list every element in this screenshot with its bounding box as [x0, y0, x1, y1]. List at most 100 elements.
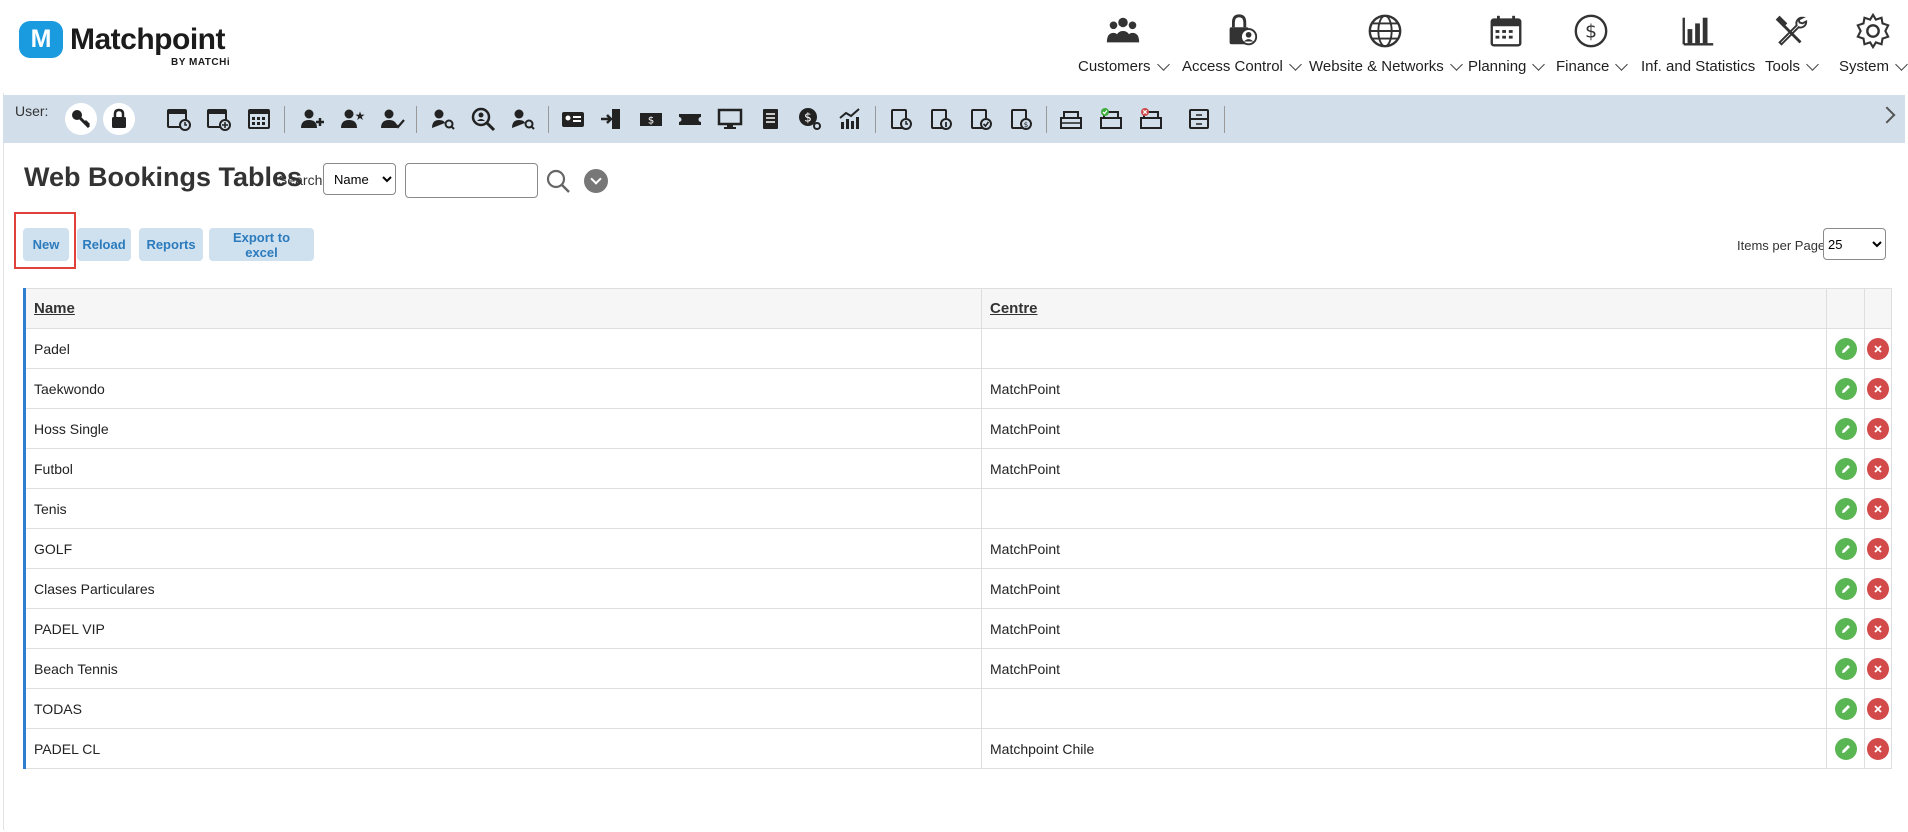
clipboard-money-icon[interactable]: $ — [1007, 105, 1035, 133]
edit-icon[interactable] — [1834, 617, 1857, 640]
access-control-icon — [1229, 14, 1258, 46]
table-row[interactable]: Clases Particulares MatchPoint — [26, 569, 1892, 609]
table-row[interactable]: TODAS — [26, 689, 1892, 729]
edit-icon[interactable] — [1834, 377, 1857, 400]
brand-logo[interactable]: M Matchpoint — [19, 21, 225, 58]
nav-statistics[interactable]: Inf. and Statistics — [1641, 12, 1755, 75]
nav-label: Tools — [1765, 58, 1801, 75]
cash-icon[interactable]: $ — [637, 105, 665, 133]
clipboard-info-icon[interactable] — [927, 105, 955, 133]
column-header-name[interactable]: Name — [26, 289, 982, 328]
key-icon[interactable] — [65, 103, 97, 135]
delete-icon[interactable] — [1867, 497, 1889, 520]
delete-cell — [1865, 609, 1892, 648]
search-input[interactable] — [405, 163, 538, 198]
edit-icon[interactable] — [1834, 657, 1857, 680]
delete-icon[interactable] — [1867, 697, 1889, 720]
table-row[interactable]: Futbol MatchPoint — [26, 449, 1892, 489]
table-header-row: Name Centre — [26, 288, 1892, 329]
export-excel-button[interactable]: Export to excel — [209, 228, 314, 261]
table-row[interactable]: Tenis — [26, 489, 1892, 529]
delete-cell — [1865, 569, 1892, 608]
delete-icon[interactable] — [1867, 377, 1889, 400]
new-button[interactable]: New — [23, 228, 69, 261]
user-check-icon[interactable] — [378, 105, 406, 133]
search-person-icon[interactable] — [469, 105, 497, 133]
toolbar-user-label: User: — [15, 103, 49, 119]
cell-centre — [982, 489, 1827, 528]
clipboard-clock-icon[interactable] — [887, 105, 915, 133]
chevron-down-icon — [1449, 57, 1463, 71]
items-per-page-select[interactable]: 25 — [1823, 228, 1886, 260]
nav-system[interactable]: System — [1839, 12, 1908, 75]
edit-icon[interactable] — [1834, 417, 1857, 440]
sign-in-icon[interactable] — [597, 105, 625, 133]
reload-button[interactable]: Reload — [77, 228, 131, 261]
search-field-select[interactable]: Name — [323, 163, 396, 195]
cell-name: Beach Tennis — [26, 649, 982, 688]
chevron-right-icon[interactable] — [1878, 106, 1896, 124]
logo-badge: M — [19, 21, 63, 58]
edit-icon[interactable] — [1834, 537, 1857, 560]
page-title: Web Bookings Tables — [24, 162, 303, 192]
trend-chart-icon[interactable] — [836, 105, 864, 133]
edit-cell — [1827, 369, 1865, 408]
clipboard-check-icon[interactable] — [967, 105, 995, 133]
delete-icon[interactable] — [1867, 457, 1889, 480]
cell-name: Hoss Single — [26, 409, 982, 448]
nav-label: Access Control — [1182, 58, 1283, 75]
ticket-icon[interactable] — [676, 105, 704, 133]
edit-icon[interactable] — [1834, 337, 1857, 360]
table-row[interactable]: GOLF MatchPoint — [26, 529, 1892, 569]
lock-icon[interactable] — [103, 103, 135, 135]
delete-icon[interactable] — [1867, 657, 1889, 680]
delete-icon[interactable] — [1867, 337, 1889, 360]
table-row[interactable]: Taekwondo MatchPoint — [26, 369, 1892, 409]
nav-tools[interactable]: Tools — [1765, 12, 1819, 75]
delete-icon[interactable] — [1867, 617, 1889, 640]
edit-icon[interactable] — [1834, 697, 1857, 720]
drawer-icon[interactable] — [1185, 105, 1213, 133]
table-row[interactable]: PADEL CL Matchpoint Chile — [26, 729, 1892, 769]
reports-button[interactable]: Reports — [139, 228, 203, 261]
table-row[interactable]: PADEL VIP MatchPoint — [26, 609, 1892, 649]
chevron-down-icon — [1895, 57, 1908, 71]
calendar-icon[interactable] — [245, 105, 273, 133]
advanced-search-toggle[interactable] — [584, 169, 608, 193]
nav-planning[interactable]: Planning — [1468, 12, 1546, 75]
delete-icon[interactable] — [1867, 417, 1889, 440]
calendar-add-icon[interactable] — [205, 105, 233, 133]
nav-website-networks[interactable]: Website & Networks — [1309, 12, 1463, 75]
delete-icon[interactable] — [1867, 577, 1889, 600]
id-card-icon[interactable] — [559, 105, 587, 133]
cash-register-icon[interactable] — [1057, 105, 1085, 133]
dollar-icon: $ — [1574, 14, 1608, 48]
table-row[interactable]: Hoss Single MatchPoint — [26, 409, 1892, 449]
document-icon[interactable] — [756, 105, 784, 133]
delete-icon[interactable] — [1867, 537, 1889, 560]
cell-name: Padel — [26, 329, 982, 368]
toolbar-separator — [1046, 106, 1047, 133]
table-row[interactable]: Beach Tennis MatchPoint — [26, 649, 1892, 689]
monitor-icon[interactable] — [716, 105, 744, 133]
delete-icon[interactable] — [1867, 737, 1889, 760]
search-icon[interactable] — [545, 168, 571, 194]
edit-icon[interactable] — [1834, 737, 1857, 760]
money-search-icon[interactable]: $ — [796, 105, 824, 133]
nav-customers[interactable]: Customers — [1078, 12, 1170, 75]
user-search-icon[interactable] — [429, 105, 457, 133]
cash-register-close-icon[interactable] — [1137, 105, 1165, 133]
user-find-icon[interactable] — [509, 105, 537, 133]
edit-icon[interactable] — [1834, 457, 1857, 480]
user-star-icon[interactable]: ★ — [338, 105, 366, 133]
nav-access-control[interactable]: Access Control — [1182, 12, 1302, 75]
table-row[interactable]: Padel — [26, 329, 1892, 369]
edit-cell — [1827, 449, 1865, 488]
cash-register-open-icon[interactable] — [1097, 105, 1125, 133]
add-user-icon[interactable] — [298, 105, 326, 133]
calendar-clock-icon[interactable] — [165, 105, 193, 133]
column-header-centre[interactable]: Centre — [982, 289, 1827, 328]
edit-icon[interactable] — [1834, 497, 1857, 520]
edit-icon[interactable] — [1834, 577, 1857, 600]
nav-finance[interactable]: $ Finance — [1556, 12, 1629, 75]
